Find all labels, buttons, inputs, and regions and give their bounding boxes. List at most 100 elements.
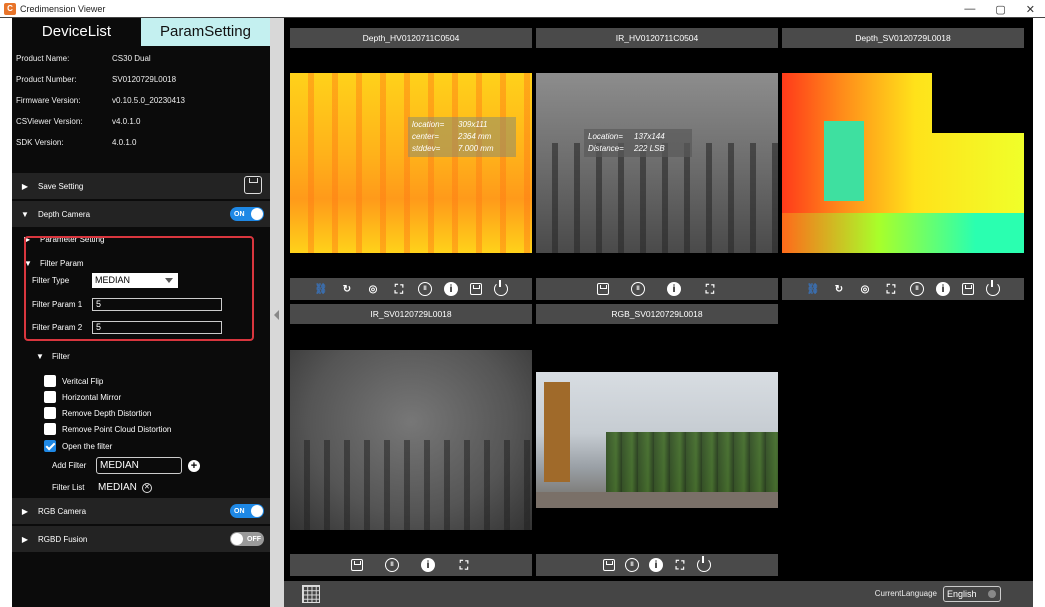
filter-param1-row: Filter Param 1 5 [32, 298, 222, 311]
view-title-depth-sv: Depth_SV0120729L0018 [782, 28, 1024, 48]
remove-filter-icon[interactable]: ✕ [141, 482, 152, 493]
info-icon[interactable]: i [936, 282, 950, 296]
view-title-rgb-sv: RGB_SV0120729L0018 [536, 304, 778, 324]
language-label: CurrentLanguage [874, 589, 937, 598]
info-icon[interactable]: i [444, 282, 458, 296]
power-icon[interactable] [494, 280, 508, 296]
settings-panel: DeviceList ParamSetting Product Name: CS… [12, 18, 270, 607]
fullscreen-icon[interactable]: ⛶ [457, 558, 471, 572]
remove-point-cloud-distortion-checkbox[interactable] [44, 423, 56, 435]
remove-depth-distortion-checkbox[interactable] [44, 407, 56, 419]
add-filter-row: Add Filter MEDIAN + [52, 457, 200, 474]
ir-hv-toolbar: II i ⛶ [536, 278, 778, 300]
section-rgb-camera[interactable]: ▶ RGB Camera ON [12, 498, 270, 524]
tab-param-setting[interactable]: ParamSetting [141, 18, 270, 46]
fullscreen-icon[interactable]: ⛶ [673, 558, 687, 572]
filter-param1-input[interactable]: 5 [92, 298, 222, 311]
save-image-icon[interactable] [470, 283, 482, 295]
remove-depth-distortion-option[interactable]: Remove Depth Distortion [44, 407, 151, 419]
fullscreen-icon[interactable]: ⛶ [703, 282, 717, 296]
open-filter-option[interactable]: Open the filter [44, 440, 112, 452]
remove-point-cloud-distortion-option[interactable]: Remove Point Cloud Distortion [44, 423, 171, 435]
section-depth-camera[interactable]: ▼ Depth Camera ON [12, 201, 270, 227]
info-firmware-version: Firmware Version: v0.10.5.0_20230413 [16, 96, 185, 105]
hide-view-icon[interactable]: ◎ [366, 282, 380, 296]
section-filter[interactable]: ▼ Filter [24, 344, 70, 368]
depth-hv-toolbar: ⛓ ↻ ◎ ⛶ II i [290, 278, 532, 300]
right-margin [1033, 18, 1045, 607]
filter-param2-input[interactable]: 5 [92, 321, 222, 334]
window-title: Credimension Viewer [20, 4, 106, 14]
add-filter-input[interactable]: MEDIAN [96, 457, 182, 474]
ir-sv-image[interactable] [290, 350, 532, 530]
filter-list-row: Filter List MEDIAN ✕ [52, 482, 152, 493]
rotate-icon[interactable]: ↻ [340, 282, 354, 296]
power-icon[interactable] [986, 280, 1000, 296]
info-product-number: Product Number: SV0120729L0018 [16, 75, 177, 84]
hide-view-icon[interactable]: ◎ [858, 282, 872, 296]
depth-camera-toggle[interactable]: ON [230, 207, 264, 221]
save-image-icon[interactable] [962, 283, 974, 295]
expand-arrow-icon: ▶ [21, 181, 29, 191]
fullscreen-icon[interactable]: ⛶ [392, 282, 406, 296]
info-product-name: Product Name: CS30 Dual [16, 54, 151, 63]
ir-sv-toolbar: II i ⛶ [290, 554, 532, 576]
depth-measurement-overlay: location= 309x111 center= 2364 mm stddev= 7… [408, 117, 516, 157]
save-settings-icon[interactable] [244, 176, 262, 194]
filter-type-select[interactable]: MEDIAN [92, 273, 178, 288]
fullscreen-icon[interactable]: ⛶ [884, 282, 898, 296]
pause-icon[interactable]: II [625, 558, 639, 572]
depth-sv-image[interactable] [782, 73, 1024, 253]
save-image-icon[interactable] [603, 559, 615, 571]
link-icon[interactable]: ⛓ [806, 282, 820, 296]
depth-hv-image[interactable]: location= 309x111 center= 2364 mm stddev= 7… [290, 73, 532, 253]
bottom-bar: CurrentLanguage English [284, 581, 1033, 607]
pause-icon[interactable]: II [910, 282, 924, 296]
info-sdk-version: SDK Version: 4.0.1.0 [16, 138, 137, 147]
vertical-flip-checkbox[interactable] [44, 375, 56, 387]
info-icon[interactable]: i [421, 558, 435, 572]
grid-layout-icon[interactable] [302, 585, 320, 603]
view-title-ir-hv: IR_HV0120711C0504 [536, 28, 778, 48]
section-rgbd-fusion[interactable]: ▶ RGBD Fusion OFF [12, 526, 270, 552]
open-filter-checkbox[interactable] [44, 440, 56, 452]
app-logo-icon: C [4, 3, 16, 15]
info-icon[interactable]: i [667, 282, 681, 296]
rgb-sv-image[interactable] [536, 372, 778, 508]
tab-device-list[interactable]: DeviceList [12, 18, 141, 46]
save-image-icon[interactable] [351, 559, 363, 571]
save-image-icon[interactable] [597, 283, 609, 295]
left-margin [0, 18, 12, 607]
horizontal-mirror-option[interactable]: Horizontal Mirror [44, 391, 121, 403]
rgb-camera-toggle[interactable]: ON [230, 504, 264, 518]
view-title-depth-hv: Depth_HV0120711C0504 [290, 28, 532, 48]
minimize-button[interactable]: — [964, 3, 975, 15]
expand-arrow-icon: ▶ [21, 534, 29, 544]
view-title-ir-sv: IR_SV0120729L0018 [290, 304, 532, 324]
language-select[interactable]: English [943, 586, 1001, 602]
filter-list-item: MEDIAN [98, 482, 137, 493]
rgbd-fusion-toggle[interactable]: OFF [230, 532, 264, 546]
pause-icon[interactable]: II [418, 282, 432, 296]
pause-icon[interactable]: II [385, 558, 399, 572]
pause-icon[interactable]: II [631, 282, 645, 296]
title-bar: C Credimension Viewer — ▢ ✕ [0, 0, 1045, 18]
close-button[interactable]: ✕ [1026, 3, 1035, 16]
power-icon[interactable] [697, 556, 711, 572]
info-icon[interactable]: i [649, 558, 663, 572]
info-csviewer-version: CSViewer Version: v4.0.1.0 [16, 117, 141, 126]
section-save-setting[interactable]: ▶ Save Setting [12, 173, 270, 199]
vertical-flip-option[interactable]: Veritcal Flip [44, 375, 103, 387]
filter-type-row: Filter Type MEDIAN [32, 273, 178, 288]
add-filter-plus-icon[interactable]: + [188, 459, 200, 472]
horizontal-mirror-checkbox[interactable] [44, 391, 56, 403]
filter-param2-row: Filter Param 2 5 [32, 321, 222, 334]
rgb-sv-toolbar: II i ⛶ [536, 554, 778, 576]
viewer-area: Depth_HV0120711C0504 IR_HV0120711C0504 D… [284, 18, 1033, 607]
link-icon[interactable]: ⛓ [314, 282, 328, 296]
restore-button[interactable]: ▢ [995, 3, 1005, 16]
panel-splitter[interactable] [270, 18, 284, 607]
ir-hv-image[interactable]: Location= 137x144 Distance= 222 LSB [536, 73, 778, 253]
rotate-icon[interactable]: ↻ [832, 282, 846, 296]
expand-arrow-icon: ▶ [21, 506, 29, 516]
